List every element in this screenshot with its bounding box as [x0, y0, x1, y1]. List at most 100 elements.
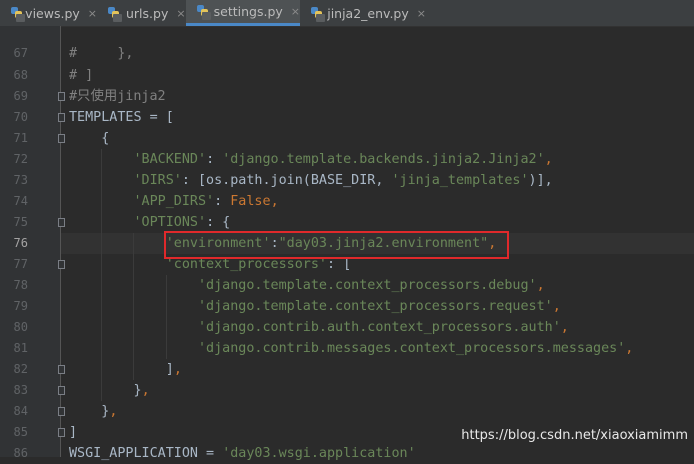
- code-line[interactable]: TEMPLATES = [: [69, 107, 174, 128]
- comment-text: #只使用jinja2: [69, 89, 166, 104]
- code-line[interactable]: 'APP_DIRS': False,: [69, 191, 279, 212]
- code-line[interactable]: # },: [69, 43, 134, 64]
- close-icon[interactable]: ×: [291, 5, 300, 18]
- line-number: 83: [13, 383, 28, 397]
- line-number: 80: [13, 320, 28, 334]
- code-text: ]: [69, 425, 78, 440]
- punctuation: ,: [109, 404, 118, 419]
- code-line[interactable]: 'django.template.context_processors.requ…: [69, 296, 561, 317]
- string-literal: 'BACKEND': [133, 152, 207, 167]
- line-number: 67: [13, 46, 28, 60]
- fold-marker-icon[interactable]: [58, 134, 65, 143]
- code-line[interactable]: 'BACKEND': 'django.template.backends.jin…: [69, 149, 553, 170]
- code-text: )],: [528, 173, 553, 188]
- punctuation: ,: [544, 152, 553, 167]
- line-number: 74: [13, 194, 28, 208]
- fold-marker-icon[interactable]: [58, 428, 65, 437]
- code-line[interactable]: 'django.contrib.auth.context_processors.…: [69, 317, 569, 338]
- code-line[interactable]: },: [69, 401, 117, 422]
- fold-marker-icon[interactable]: [58, 407, 65, 416]
- line-number: 73: [13, 173, 28, 187]
- editor-tab-bar: views.py × urls.py × settings.py × jinja…: [0, 0, 694, 27]
- string-literal: 'DIRS': [133, 173, 182, 188]
- code-line[interactable]: {: [69, 128, 109, 149]
- code-text: ]: [165, 362, 174, 377]
- code-line[interactable]: # ]: [69, 65, 93, 86]
- code-line[interactable]: 'OPTIONS': {: [69, 212, 231, 233]
- fold-marker-icon[interactable]: [58, 365, 65, 374]
- fold-marker-icon[interactable]: [58, 113, 65, 122]
- python-file-icon: [10, 6, 25, 22]
- code-text: {: [69, 131, 110, 146]
- code-line[interactable]: ],: [69, 359, 182, 380]
- string-literal: 'OPTIONS': [133, 215, 207, 230]
- line-number: 79: [13, 299, 28, 313]
- comment-text: # ]: [69, 68, 94, 83]
- string-literal: 'django.contrib.auth.context_processors.…: [198, 320, 561, 335]
- tab-label: settings.py: [213, 4, 283, 19]
- punctuation: ,: [560, 320, 569, 335]
- python-file-icon: [196, 4, 211, 20]
- code-line[interactable]: #只使用jinja2: [69, 86, 166, 107]
- code-text: : [os.path.join(BASE_DIR,: [181, 173, 392, 188]
- python-file-icon: [310, 6, 325, 22]
- close-icon[interactable]: ×: [88, 7, 97, 20]
- line-number: 85: [13, 425, 28, 439]
- punctuation: ,: [173, 362, 182, 377]
- line-number: 86: [13, 446, 28, 460]
- line-number: 69: [13, 89, 28, 103]
- code-line[interactable]: 'DIRS': [os.path.join(BASE_DIR, 'jinja_t…: [69, 170, 553, 191]
- punctuation: ,: [270, 194, 279, 209]
- code-line[interactable]: ]: [69, 422, 77, 443]
- tab-urls-py[interactable]: urls.py ×: [97, 0, 186, 26]
- string-literal: 'context_processors': [165, 257, 327, 272]
- close-icon[interactable]: ×: [417, 7, 426, 20]
- code-text: :: [214, 194, 231, 209]
- code-text: : [: [327, 257, 352, 272]
- line-number: 75: [13, 215, 28, 229]
- string-literal: 'django.template.context_processors.requ…: [198, 299, 553, 314]
- code-text: }: [133, 383, 142, 398]
- line-number: 84: [13, 404, 28, 418]
- keyword: False: [230, 194, 271, 209]
- code-line[interactable]: 'django.template.context_processors.debu…: [69, 275, 545, 296]
- line-number: 68: [13, 68, 28, 82]
- string-literal: 'django.template.context_processors.debu…: [198, 278, 537, 293]
- fold-marker-icon[interactable]: [58, 260, 65, 269]
- punctuation: ,: [141, 383, 150, 398]
- comment-text: # },: [69, 46, 134, 61]
- code-line[interactable]: 'django.contrib.messages.context_process…: [69, 338, 633, 359]
- tab-views-py[interactable]: views.py ×: [0, 0, 97, 26]
- code-line[interactable]: WSGI_APPLICATION = 'day03.wsgi.applicati…: [69, 443, 416, 464]
- tab-label: urls.py: [126, 5, 169, 21]
- line-number: 71: [13, 131, 28, 145]
- highlight-annotation-box: [164, 231, 509, 259]
- punctuation: ,: [536, 278, 545, 293]
- watermark-text: https://blog.csdn.net/xiaoxiamimm: [461, 428, 688, 443]
- line-number: 77: [13, 257, 28, 271]
- line-number: 70: [13, 110, 28, 124]
- python-file-icon: [107, 6, 122, 22]
- string-literal: 'django.template.backends.jinja2.Jinja2': [222, 152, 545, 167]
- fold-marker-icon[interactable]: [58, 218, 65, 227]
- tab-settings-py[interactable]: settings.py ×: [186, 0, 300, 26]
- fold-marker-icon[interactable]: [58, 386, 65, 395]
- tab-jinja2-env-py[interactable]: jinja2_env.py ×: [300, 0, 426, 26]
- code-text: : {: [206, 215, 231, 230]
- fold-marker-icon[interactable]: [58, 92, 65, 101]
- code-text: WSGI_APPLICATION =: [69, 446, 223, 461]
- code-line[interactable]: },: [69, 380, 150, 401]
- string-literal: 'jinja_templates': [391, 173, 529, 188]
- close-icon[interactable]: ×: [176, 7, 185, 20]
